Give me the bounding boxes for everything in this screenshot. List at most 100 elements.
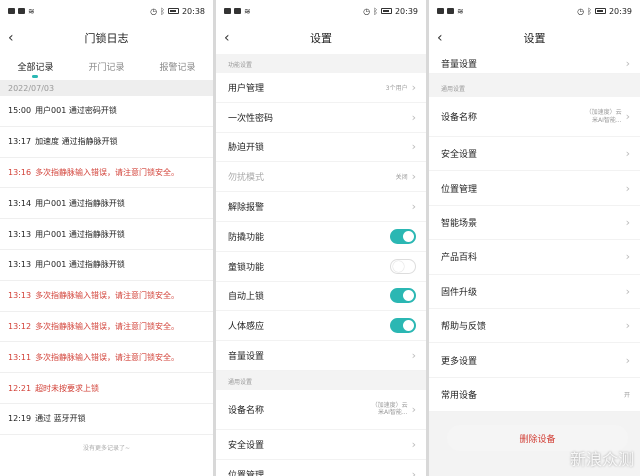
log-row: 13:13 多次指静脉输入错误，请注意门锁安全。 <box>0 281 213 312</box>
row-label: 用户管理 <box>228 83 265 94</box>
settings-row[interactable]: 童锁功能 <box>216 252 426 282</box>
log-text: 用户001 通过指静脉开锁 <box>35 198 125 208</box>
battery-icon <box>380 8 392 14</box>
row-label: 人体感应 <box>228 322 265 333</box>
back-icon[interactable]: ‹ <box>224 22 230 54</box>
battery-icon <box>594 8 606 14</box>
log-time: 13:14 <box>8 198 32 208</box>
settings-row[interactable]: 解除报警 › <box>216 192 426 222</box>
wifi-icon: ≋ <box>244 6 251 16</box>
log-row: 13:16 多次指静脉输入错误，请注意门锁安全。 <box>0 158 213 189</box>
row-label: 更多设置 <box>441 356 478 367</box>
signal-icon <box>224 8 231 14</box>
row-label: 固件升级 <box>441 287 478 298</box>
chevron-right-icon: › <box>625 284 630 298</box>
row-label: 防撬功能 <box>228 232 265 243</box>
row-value: （加速度）云 米AI智能... <box>585 108 622 124</box>
row-label: 位置管理 <box>441 184 478 195</box>
log-time: 13:11 <box>8 352 32 362</box>
settings-row[interactable]: 帮助与反馈 › <box>429 309 640 344</box>
settings-row[interactable]: 固件升级 › <box>429 275 640 309</box>
settings-row[interactable]: 更多设置 › <box>429 343 640 378</box>
row-label: 产品百科 <box>441 253 478 264</box>
door-lock-log-screen: ≋ ◷ ᛒ 20:38 ‹ 门锁日志 全部记录 开门记录 报警记录 2022/07/… <box>0 0 213 476</box>
alarm-icon: ◷ <box>363 6 371 16</box>
settings-row[interactable]: 安全设置 › <box>216 430 426 460</box>
row-label: 一次性密码 <box>228 113 274 124</box>
tab-alarm-records[interactable]: 报警记录 <box>159 60 195 73</box>
settings-row[interactable]: 自动上锁 <box>216 282 426 312</box>
row-label: 智能场景 <box>441 218 478 229</box>
chevron-right-icon: › <box>411 170 416 184</box>
tab-all-records[interactable]: 全部记录 <box>17 60 53 73</box>
chevron-right-icon: › <box>625 250 630 264</box>
log-row: 12:19 通过 蓝牙开锁 <box>0 404 213 435</box>
settings-row-volume[interactable]: 音量设置 › <box>429 54 640 74</box>
back-icon[interactable]: ‹ <box>8 22 14 54</box>
row-label: 勿扰模式 <box>228 173 265 184</box>
page-title: 门锁日志 <box>84 32 129 45</box>
log-text: 多次指静脉输入错误，请注意门锁安全。 <box>35 321 180 331</box>
chevron-right-icon: › <box>625 57 630 70</box>
log-text: 用户001 通过指静脉开锁 <box>35 260 125 270</box>
log-row: 13:11 多次指静脉输入错误，请注意门锁安全。 <box>0 342 213 374</box>
settings-row[interactable]: 设备名称 （加速度）云 米AI智能... › <box>216 390 426 430</box>
settings-row[interactable]: 安全设置 › <box>429 137 640 172</box>
row-label: 帮助与反馈 <box>441 322 487 333</box>
row-value: （加速度）云 米AI智能... <box>371 401 408 417</box>
toggle-switch[interactable] <box>390 228 416 244</box>
log-time: 13:13 <box>8 229 32 239</box>
settings-row[interactable]: 设备名称 （加速度）云 米AI智能... › <box>429 97 640 137</box>
row-value: 开 <box>623 391 630 399</box>
row-value: 3个用户 <box>385 84 408 92</box>
status-bar: ≋ ◷ ᛒ 20:39 <box>216 0 426 22</box>
tab-open-records[interactable]: 开门记录 <box>88 60 124 73</box>
page-title: 设置 <box>310 32 332 45</box>
chevron-right-icon: › <box>411 437 416 451</box>
settings-row[interactable]: 一次性密码 › <box>216 103 426 133</box>
settings-row[interactable]: 胁迫开锁 › <box>216 133 426 163</box>
settings-row[interactable]: 常用设备 开 <box>429 378 640 413</box>
log-text: 用户001 通过指静脉开锁 <box>35 229 125 239</box>
settings-row[interactable]: 防撬功能 <box>216 222 426 252</box>
toggle-switch[interactable] <box>390 318 416 334</box>
bluetooth-icon: ᛒ <box>373 6 378 16</box>
row-label: 位置管理 <box>228 470 265 476</box>
row-label: 胁迫开锁 <box>228 143 265 154</box>
log-row: 13:13 用户001 通过指静脉开锁 <box>0 219 213 250</box>
toggle-switch[interactable] <box>390 288 416 304</box>
log-time: 13:13 <box>8 260 32 270</box>
settings-row[interactable]: 位置管理 › <box>429 171 640 206</box>
row-label: 童锁功能 <box>228 262 265 273</box>
settings-screen: ≋ ◷ ᛒ 20:39 ‹ 设置 功能设置 用户管理 3个用户 › 一次性密码 › 胁迫开锁 ›… <box>216 0 426 476</box>
settings-row[interactable]: 人体感应 <box>216 311 426 342</box>
settings-row[interactable]: 位置管理 › <box>216 460 426 476</box>
signal-icon <box>447 8 454 14</box>
log-text: 多次指静脉输入错误，请注意门锁安全。 <box>35 291 180 301</box>
back-icon[interactable]: ‹ <box>437 22 443 54</box>
log-text: 用户001 通过密码开锁 <box>35 106 117 116</box>
log-time: 15:00 <box>8 106 32 116</box>
settings-row[interactable]: 用户管理 3个用户 › <box>216 73 426 103</box>
chevron-right-icon: › <box>411 110 416 124</box>
settings-row[interactable]: 智能场景 › <box>429 206 640 241</box>
alarm-icon: ◷ <box>577 6 585 16</box>
chevron-right-icon: › <box>625 147 630 161</box>
settings-row[interactable]: 勿扰模式 关闭 › <box>216 162 426 193</box>
toggle-switch[interactable] <box>390 258 416 274</box>
general-settings-list: 设备名称 （加速度）云 米AI智能... › 安全设置 › 位置管理 › 智能场景 › 产品百科 ›… <box>429 97 640 413</box>
chevron-right-icon: › <box>411 200 416 214</box>
settings-general-screen: ≋ ◷ ᛒ 20:39 ‹ 设置 音量设置 › 通用设置 设备名称 （加速度）云 米A… <box>429 0 640 476</box>
log-row: 13:14 用户001 通过指静脉开锁 <box>0 188 213 220</box>
status-bar: ≋ ◷ ᛒ 20:38 <box>0 0 213 22</box>
section-general-settings: 通用设置 <box>216 370 426 390</box>
log-text: 多次指静脉输入错误，请注意门锁安全。 <box>35 167 180 177</box>
settings-row[interactable]: 音量设置 › <box>216 341 426 371</box>
log-text: 加速度 通过指静脉开锁 <box>35 137 118 147</box>
settings-row[interactable]: 产品百科 › <box>429 240 640 275</box>
wifi-icon: ≋ <box>457 6 464 16</box>
chevron-right-icon: › <box>625 110 630 123</box>
general-settings-list: 设备名称 （加速度）云 米AI智能... › 安全设置 › 位置管理 › <box>216 389 426 476</box>
alarm-icon: ◷ <box>150 6 158 16</box>
log-text: 通过 蓝牙开锁 <box>35 414 86 424</box>
